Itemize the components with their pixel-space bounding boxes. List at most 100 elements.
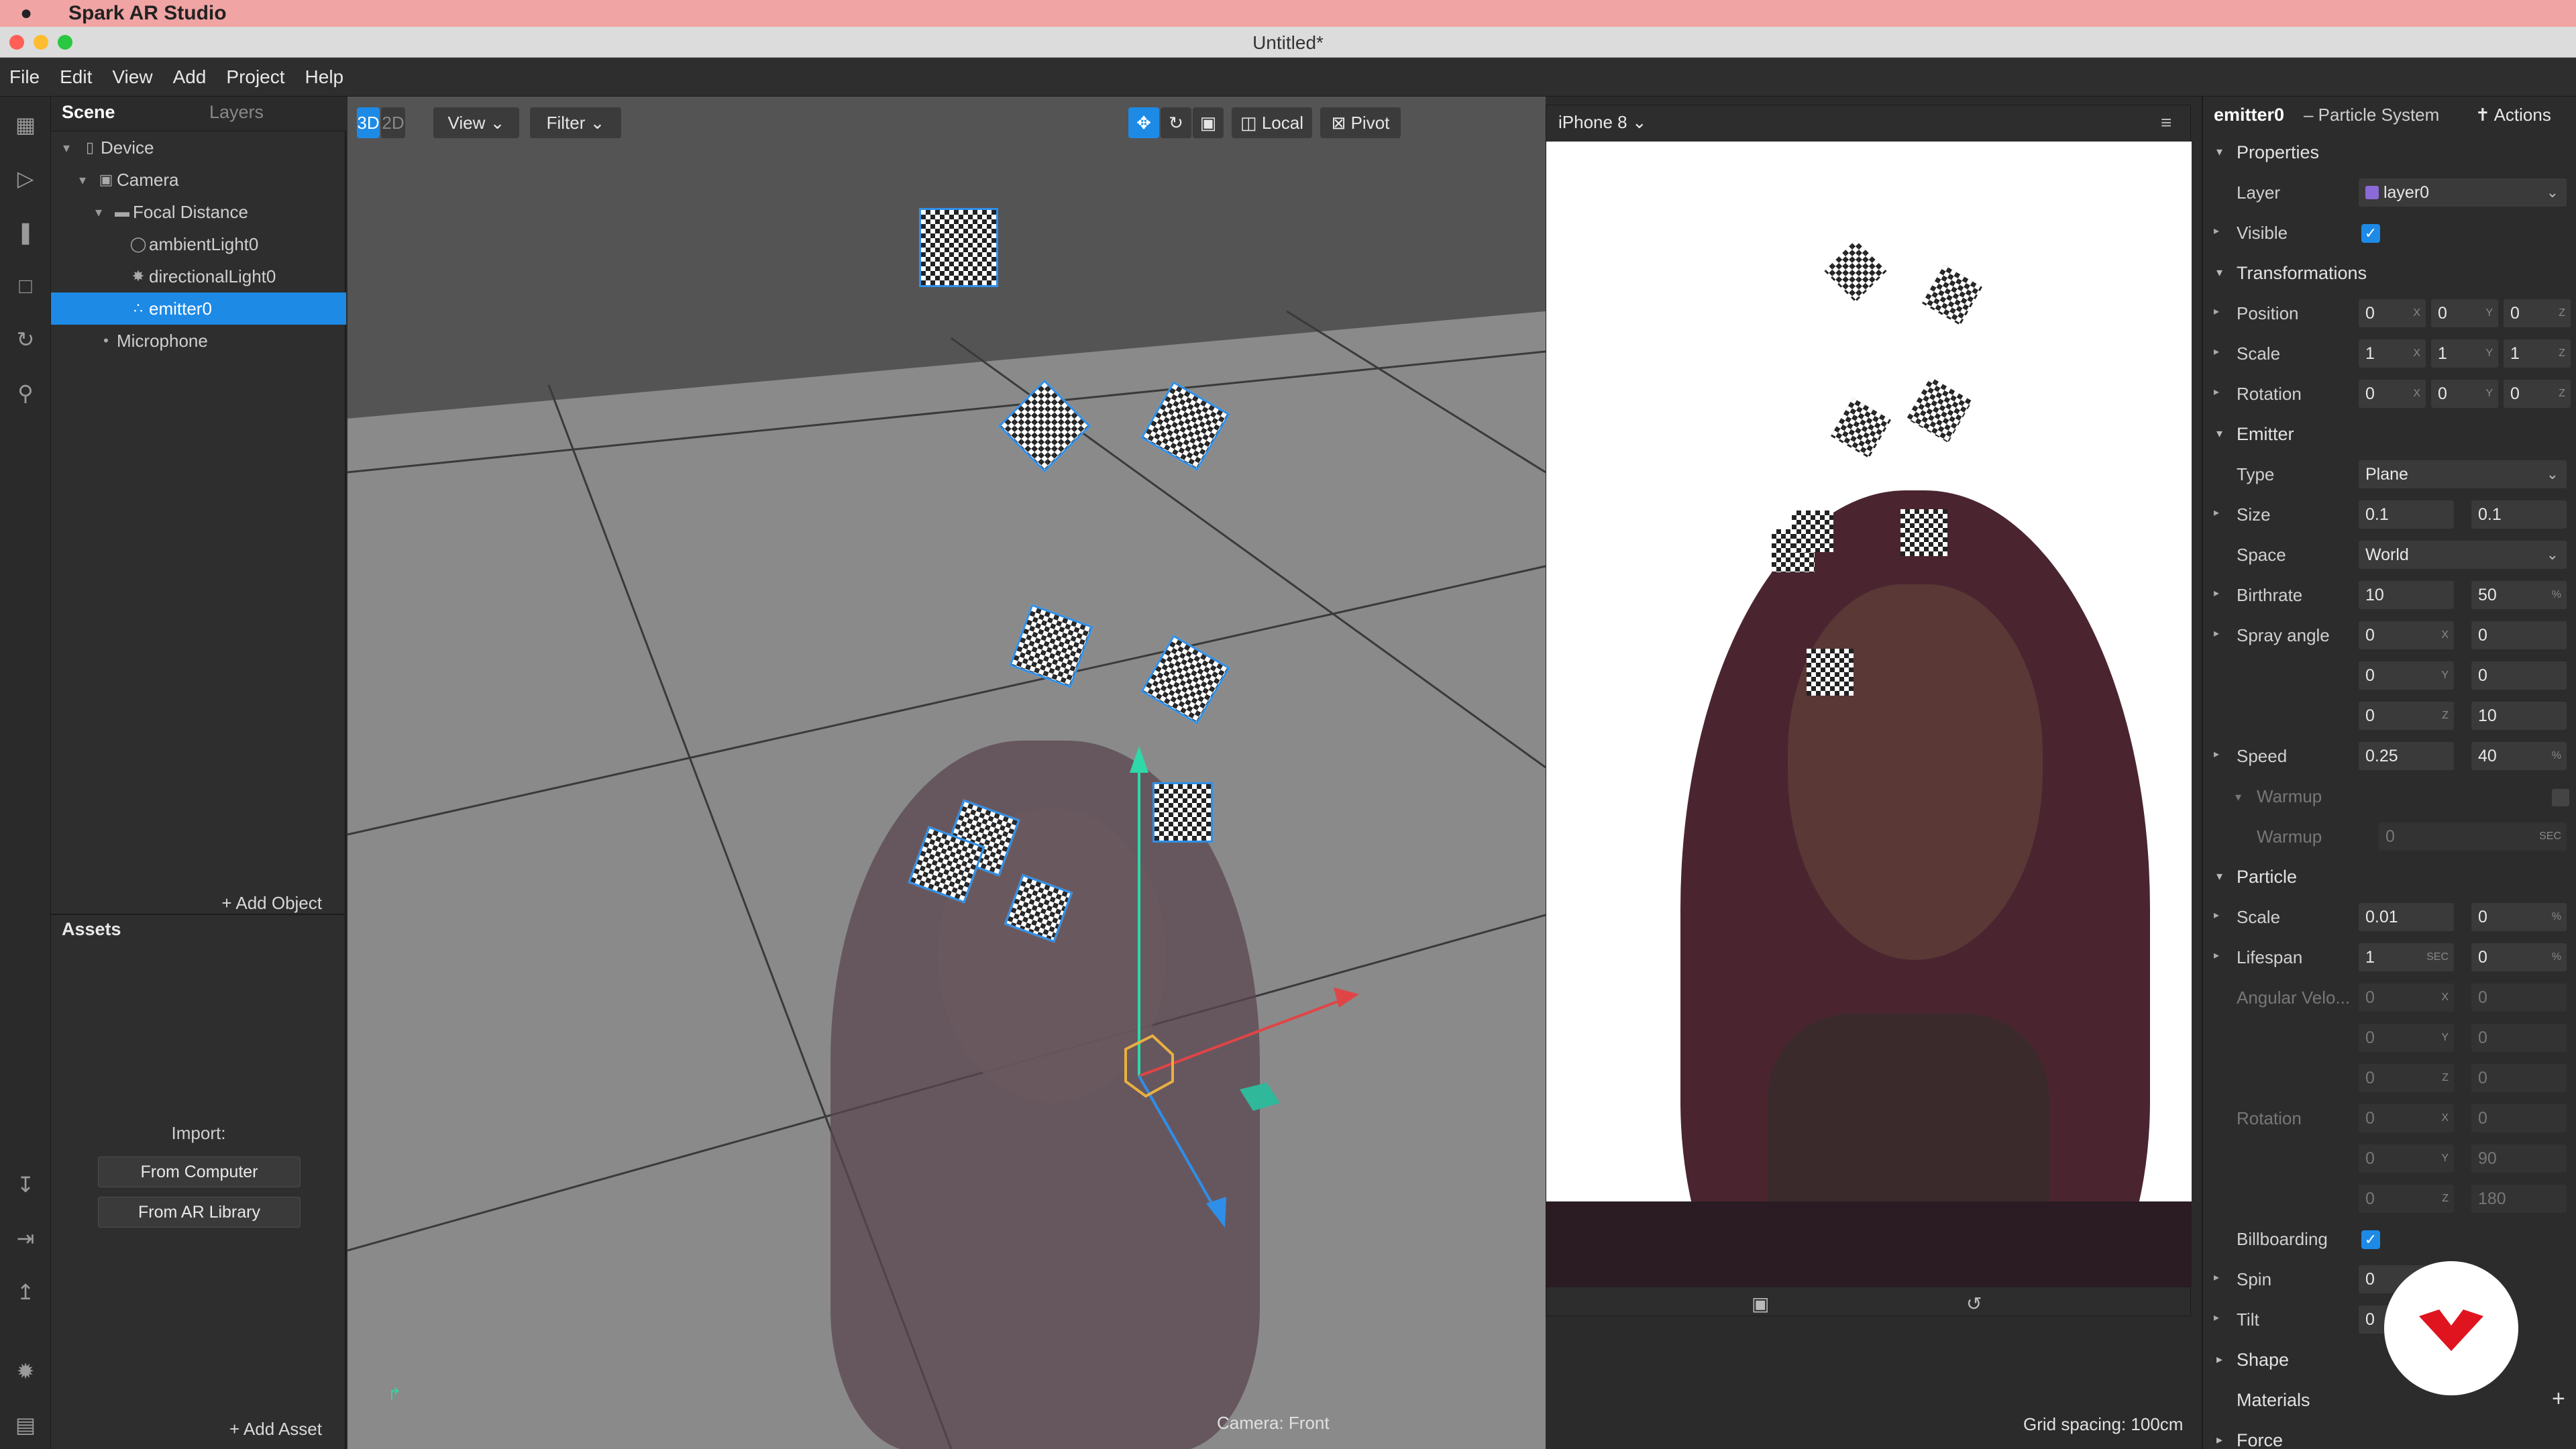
scale-y-field[interactable]: 1Y	[2431, 339, 2498, 368]
angular-z-variance-field[interactable]: 0	[2471, 1064, 2567, 1092]
scale-z-field[interactable]: 1Z	[2504, 339, 2571, 368]
keyframe-icon[interactable]: ▸	[2214, 345, 2219, 358]
add-material-icon[interactable]: +	[2552, 1386, 2565, 1412]
warmup-checkbox[interactable]	[2552, 789, 2569, 806]
rotate-device-icon[interactable]: ↺	[1966, 1293, 1982, 1315]
warmup-field[interactable]: 0 SEC	[2379, 822, 2567, 851]
particle-rotation-z-field[interactable]: 0Z	[2359, 1185, 2454, 1213]
particle-rotation-y-field[interactable]: 0Y	[2359, 1144, 2454, 1173]
menu-view[interactable]: View	[112, 66, 152, 88]
rotation-x-field[interactable]: 0X	[2359, 380, 2426, 408]
keyframe-icon[interactable]: ▸	[2214, 1311, 2219, 1324]
keyframe-icon[interactable]: ▸	[2214, 506, 2219, 519]
pivot-toggle[interactable]: ⊠ Pivot	[1320, 107, 1401, 138]
size-height-field[interactable]: 0.1	[2471, 500, 2567, 529]
section-particle[interactable]: ▾ Particle	[2203, 857, 2576, 898]
speed-field[interactable]: 0.25	[2359, 742, 2454, 770]
menu-file[interactable]: File	[9, 66, 40, 88]
speed-variance-field[interactable]: 40%	[2471, 742, 2567, 770]
tree-item-emitter[interactable]: ∴ emitter0	[51, 292, 346, 325]
screenshot-icon[interactable]: ▣	[1752, 1293, 1769, 1315]
keyframe-icon[interactable]: ▸	[2214, 305, 2219, 318]
apple-icon[interactable]: ●	[20, 2, 44, 25]
angular-x-field[interactable]: 0X	[2359, 983, 2454, 1012]
keyframe-icon[interactable]: ▸	[2214, 949, 2219, 962]
keyframe-icon[interactable]: ▸	[2214, 586, 2219, 600]
rotate-tool-icon[interactable]: ↻	[1161, 107, 1191, 138]
size-width-field[interactable]: 0.1	[2359, 500, 2454, 529]
bug-icon[interactable]: ✹	[11, 1356, 40, 1386]
spray-z-field[interactable]: 0Z	[2359, 702, 2454, 730]
position-y-field[interactable]: 0Y	[2431, 299, 2498, 327]
keyframe-icon[interactable]: ▸	[2214, 224, 2219, 237]
keyframe-icon[interactable]: ▸	[2214, 1271, 2219, 1284]
view-dropdown[interactable]: View ⌄	[433, 107, 519, 138]
spray-z-variance-field[interactable]: 10	[2471, 702, 2567, 730]
particle-rotation-x-variance-field[interactable]: 0	[2471, 1104, 2567, 1132]
keyframe-icon[interactable]: ▸	[2214, 908, 2219, 922]
chevron-down-icon[interactable]: ▾	[95, 204, 111, 221]
preview-screen[interactable]	[1546, 142, 2192, 1287]
type-dropdown[interactable]: Plane ⌄	[2359, 460, 2567, 488]
scale-tool-icon[interactable]: ▣	[1193, 107, 1224, 138]
filter-dropdown[interactable]: Filter ⌄	[530, 107, 621, 138]
menu-project[interactable]: Project	[226, 66, 284, 88]
tree-item-ambient-light[interactable]: ◯ ambientLight0	[51, 228, 346, 260]
tree-item-directional-light[interactable]: ✸ directionalLight0	[51, 260, 346, 292]
mode-3d-button[interactable]: 3D	[357, 107, 380, 138]
device-icon[interactable]: □	[11, 271, 40, 301]
preview-menu-icon[interactable]: ≡	[2161, 112, 2171, 133]
video-icon[interactable]: ▷	[11, 164, 40, 193]
particle-scale-variance-field[interactable]: 0%	[2471, 903, 2567, 931]
menu-edit[interactable]: Edit	[60, 66, 92, 88]
section-properties[interactable]: ▾ Properties	[2203, 133, 2576, 173]
mode-2d-button[interactable]: 2D	[381, 107, 405, 138]
tab-layers[interactable]: Layers	[209, 102, 264, 123]
spray-x-variance-field[interactable]: 0	[2471, 621, 2567, 649]
actions-button[interactable]: ✝ Actions	[2475, 105, 2551, 125]
angular-z-field[interactable]: 0Z	[2359, 1064, 2454, 1092]
birthrate-field[interactable]: 10	[2359, 581, 2454, 609]
device-select[interactable]: iPhone 8 ⌄	[1558, 112, 1647, 133]
spray-y-field[interactable]: 0Y	[2359, 661, 2454, 690]
app-name[interactable]: Spark AR Studio	[68, 2, 227, 25]
section-emitter[interactable]: ▾ Emitter	[2203, 415, 2576, 455]
lifespan-field[interactable]: 1 SEC	[2359, 943, 2454, 971]
keyframe-icon[interactable]: ▸	[2214, 627, 2219, 640]
console-icon[interactable]: ▤	[11, 1410, 40, 1440]
angular-y-variance-field[interactable]: 0	[2471, 1024, 2567, 1052]
particle-scale-field[interactable]: 0.01	[2359, 903, 2454, 931]
transform-gizmo[interactable]	[1059, 741, 1367, 1250]
menu-help[interactable]: Help	[305, 66, 344, 88]
particle-rotation-z-variance-field[interactable]: 180	[2471, 1185, 2567, 1213]
rotation-z-field[interactable]: 0Z	[2504, 380, 2571, 408]
lifespan-variance-field[interactable]: 0%	[2471, 943, 2567, 971]
import-icon[interactable]: ↧	[11, 1170, 40, 1199]
from-ar-library-button[interactable]: From AR Library	[98, 1197, 301, 1228]
spray-y-variance-field[interactable]: 0	[2471, 661, 2567, 690]
patch-icon[interactable]: ❚	[11, 217, 40, 247]
position-x-field[interactable]: 0X	[2359, 299, 2426, 327]
visible-checkbox[interactable]: ✓	[2361, 224, 2380, 243]
particle-rotation-y-variance-field[interactable]: 90	[2471, 1144, 2567, 1173]
angular-x-variance-field[interactable]: 0	[2471, 983, 2567, 1012]
tab-scene[interactable]: Scene	[62, 102, 115, 123]
from-computer-button[interactable]: From Computer	[98, 1157, 301, 1187]
layout-icon[interactable]: ▦	[11, 110, 40, 140]
tree-item-camera[interactable]: ▾ ▣ Camera	[51, 164, 346, 196]
menu-add[interactable]: Add	[173, 66, 207, 88]
particle-rotation-x-field[interactable]: 0X	[2359, 1104, 2454, 1132]
spray-x-field[interactable]: 0X	[2359, 621, 2454, 649]
position-z-field[interactable]: 0Z	[2504, 299, 2571, 327]
add-asset-button[interactable]: + Add Asset	[51, 1409, 346, 1449]
chevron-down-icon[interactable]: ▾	[79, 172, 95, 189]
angular-y-field[interactable]: 0Y	[2359, 1024, 2454, 1052]
layer-dropdown[interactable]: layer0 ⌄	[2359, 178, 2567, 207]
tree-item-device[interactable]: ▾ ▯ Device	[51, 131, 346, 164]
rotation-y-field[interactable]: 0Y	[2431, 380, 2498, 408]
chevron-down-icon[interactable]: ▾	[63, 140, 79, 156]
birthrate-variance-field[interactable]: 50%	[2471, 581, 2567, 609]
scene-viewport[interactable]: 3D 2D View ⌄ Filter ⌄ ✥ ↻ ▣ ◫ Local ⊠ Pi…	[347, 97, 1546, 1449]
refresh-icon[interactable]: ↻	[11, 325, 40, 354]
add-object-button[interactable]: + Add Object	[51, 883, 346, 923]
